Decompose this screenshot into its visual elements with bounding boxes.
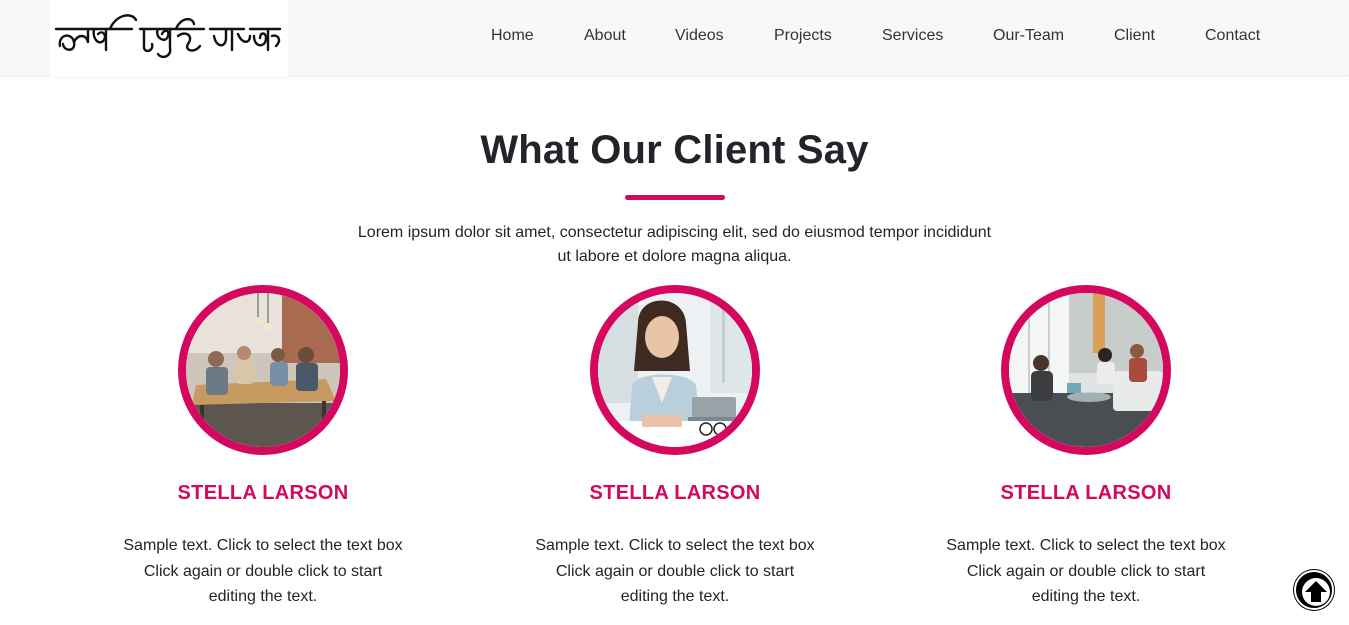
client-testimonial: Sample text. Click to select the text bo…	[926, 533, 1246, 610]
client-testimonial: Sample text. Click to select the text bo…	[103, 533, 423, 610]
testimonial-line: Click again or double click to start	[555, 562, 795, 580]
testimonial-line: Click again or double click to start	[143, 562, 383, 580]
description-line: Lorem ipsum dolor sit amet, consectetur …	[357, 224, 992, 241]
testimonial-line: editing the text.	[1031, 588, 1141, 605]
client-card: STELLA LARSON Sample text. Click to sele…	[926, 285, 1246, 615]
woman-laptop-photo	[598, 293, 752, 447]
nav-projects[interactable]: Projects	[774, 27, 832, 45]
testimonial-line: Sample text. Click to select the text bo…	[946, 537, 1226, 554]
site-logo[interactable]	[50, 0, 288, 76]
client-card: STELLA LARSON Sample text. Click to sele…	[515, 285, 835, 615]
testimonial-line: Sample text. Click to select the text bo…	[123, 537, 403, 554]
arrow-up-circle-icon	[1302, 578, 1330, 606]
nav-about[interactable]: About	[584, 27, 626, 45]
lounge-meeting-photo	[1009, 293, 1163, 447]
section-title: What Our Client Say	[480, 128, 869, 172]
logo-calligraphy-icon	[54, 14, 282, 59]
client-card: STELLA LARSON Sample text. Click to sele…	[103, 285, 423, 615]
client-avatar	[178, 285, 348, 455]
client-testimonial: Sample text. Click to select the text bo…	[515, 533, 835, 610]
office-meeting-photo	[186, 293, 340, 447]
client-name: STELLA LARSON	[177, 482, 349, 504]
nav-videos[interactable]: Videos	[675, 27, 724, 45]
title-underline	[625, 195, 725, 200]
section-description: Lorem ipsum dolor sit amet, consectetur …	[350, 221, 999, 269]
client-name: STELLA LARSON	[589, 482, 761, 504]
testimonial-line: editing the text.	[620, 588, 730, 605]
testimonial-line: Sample text. Click to select the text bo…	[535, 537, 815, 554]
nav-home[interactable]: Home	[491, 27, 534, 45]
client-avatar	[590, 285, 760, 455]
testimonial-line: Click again or double click to start	[966, 562, 1206, 580]
description-line: ut labore et dolore magna aliqua.	[557, 248, 792, 265]
navbar: Home About Videos Projects Services Our-…	[0, 0, 1349, 76]
client-name: STELLA LARSON	[1000, 482, 1172, 504]
nav-services[interactable]: Services	[882, 27, 943, 45]
nav-our-team[interactable]: Our-Team	[993, 27, 1064, 45]
client-avatar	[1001, 285, 1171, 455]
testimonial-line: editing the text.	[208, 588, 318, 605]
nav-contact[interactable]: Contact	[1205, 27, 1260, 45]
nav-client[interactable]: Client	[1114, 27, 1155, 45]
scroll-to-top-button[interactable]	[1294, 570, 1334, 610]
